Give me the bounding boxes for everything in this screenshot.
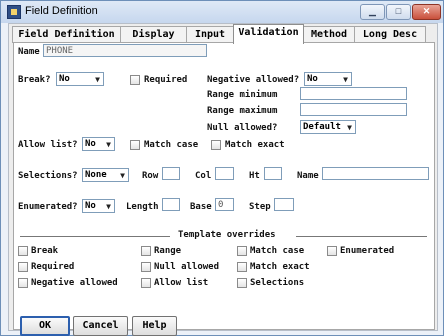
row-field[interactable] [162, 167, 180, 180]
range-minimum-label: Range minimum [207, 90, 278, 100]
override-null-allowed-checkbox[interactable] [141, 262, 151, 272]
tab-method[interactable]: Method [303, 26, 355, 43]
maximize-button[interactable]: □ [386, 4, 411, 20]
override-range-checkbox[interactable] [141, 246, 151, 256]
allow-list-select[interactable]: No ▼ [82, 137, 115, 151]
length-field[interactable] [162, 198, 180, 211]
cancel-button[interactable]: Cancel [73, 316, 128, 336]
override-negative-allowed-label: Negative allowed [31, 278, 118, 288]
enumerated-label: Enumerated? [18, 202, 78, 212]
base-label: Base [190, 202, 212, 212]
override-negative-allowed-checkbox[interactable] [18, 278, 28, 288]
enumerated-select[interactable]: No ▼ [82, 199, 115, 213]
selections-name-field[interactable] [322, 167, 429, 180]
null-allowed-label: Null allowed? [207, 123, 278, 133]
override-match-exact-checkbox[interactable] [237, 262, 247, 272]
chevron-down-icon: ▼ [347, 123, 352, 132]
match-exact-label: Match exact [225, 140, 285, 150]
override-break-checkbox[interactable] [18, 246, 28, 256]
negative-allowed-select[interactable]: No ▼ [304, 72, 352, 86]
tab-validation[interactable]: Validation [233, 24, 304, 44]
app-icon [7, 5, 21, 19]
tab-display[interactable]: Display [120, 26, 187, 43]
group-rule-right [296, 236, 427, 237]
help-button[interactable]: Help [132, 316, 177, 336]
group-rule-left [20, 236, 170, 237]
override-match-exact-label: Match exact [250, 262, 310, 272]
override-selections-checkbox[interactable] [237, 278, 247, 288]
override-required-label: Required [31, 262, 75, 272]
override-match-case-checkbox[interactable] [237, 246, 247, 256]
template-overrides-heading: Template overrides [178, 230, 276, 240]
chevron-down-icon: ▼ [106, 202, 111, 211]
minimize-button[interactable]: ▁ [360, 4, 385, 20]
step-field[interactable] [274, 198, 294, 211]
validation-panel: Name PHONE Break? No ▼ Required Negative … [13, 42, 435, 330]
range-maximum-field[interactable] [300, 103, 407, 116]
length-label: Length [126, 202, 159, 212]
match-case-checkbox[interactable] [130, 140, 140, 150]
col-label: Col [195, 171, 212, 181]
match-case-label: Match case [144, 140, 199, 150]
override-null-allowed-label: Null allowed [154, 262, 220, 272]
range-minimum-field[interactable] [300, 87, 407, 100]
step-label: Step [249, 202, 271, 212]
chevron-down-icon: ▼ [120, 171, 125, 180]
negative-allowed-label: Negative allowed? [207, 75, 300, 85]
break-select[interactable]: No ▼ [56, 72, 104, 86]
name-label: Name [18, 47, 40, 57]
allow-list-label: Allow list? [18, 140, 78, 150]
tab-field-definition[interactable]: Field Definition [12, 26, 121, 43]
ht-label: Ht [249, 171, 260, 181]
selections-label: Selections? [18, 171, 78, 181]
required-checkbox[interactable] [130, 75, 140, 85]
match-exact-checkbox[interactable] [211, 140, 221, 150]
chevron-down-icon: ▼ [106, 140, 111, 149]
override-enumerated-label: Enumerated [340, 246, 395, 256]
row-label: Row [142, 171, 159, 181]
title-bar: Field Definition ▁ □ ✕ [1, 1, 443, 23]
field-definition-window: Field Definition ▁ □ ✕ Field Definition … [0, 0, 444, 336]
override-break-label: Break [31, 246, 59, 256]
break-label: Break? [18, 75, 51, 85]
dialog-client-area: Field Definition Display Input Validatio… [8, 23, 438, 336]
override-range-label: Range [154, 246, 182, 256]
override-match-case-label: Match case [250, 246, 305, 256]
override-enumerated-checkbox[interactable] [327, 246, 337, 256]
close-button[interactable]: ✕ [412, 4, 441, 20]
col-field[interactable] [215, 167, 234, 180]
chevron-down-icon: ▼ [95, 75, 100, 84]
required-label: Required [144, 75, 188, 85]
range-maximum-label: Range maximum [207, 106, 278, 116]
chevron-down-icon: ▼ [343, 75, 348, 84]
null-allowed-select[interactable]: Default ▼ [300, 120, 356, 134]
tab-long-desc[interactable]: Long Desc [354, 26, 426, 43]
selections-select[interactable]: None ▼ [82, 168, 129, 182]
base-field[interactable]: 0 [215, 198, 234, 211]
ht-field[interactable] [264, 167, 282, 180]
name-field[interactable]: PHONE [43, 44, 207, 57]
selections-name-label: Name [297, 171, 319, 181]
tab-input[interactable]: Input [186, 26, 234, 43]
override-selections-label: Selections [250, 278, 305, 288]
window-title: Field Definition [25, 5, 98, 17]
override-allow-list-checkbox[interactable] [141, 278, 151, 288]
override-required-checkbox[interactable] [18, 262, 28, 272]
override-allow-list-label: Allow list [154, 278, 209, 288]
ok-button[interactable]: OK [20, 316, 70, 336]
